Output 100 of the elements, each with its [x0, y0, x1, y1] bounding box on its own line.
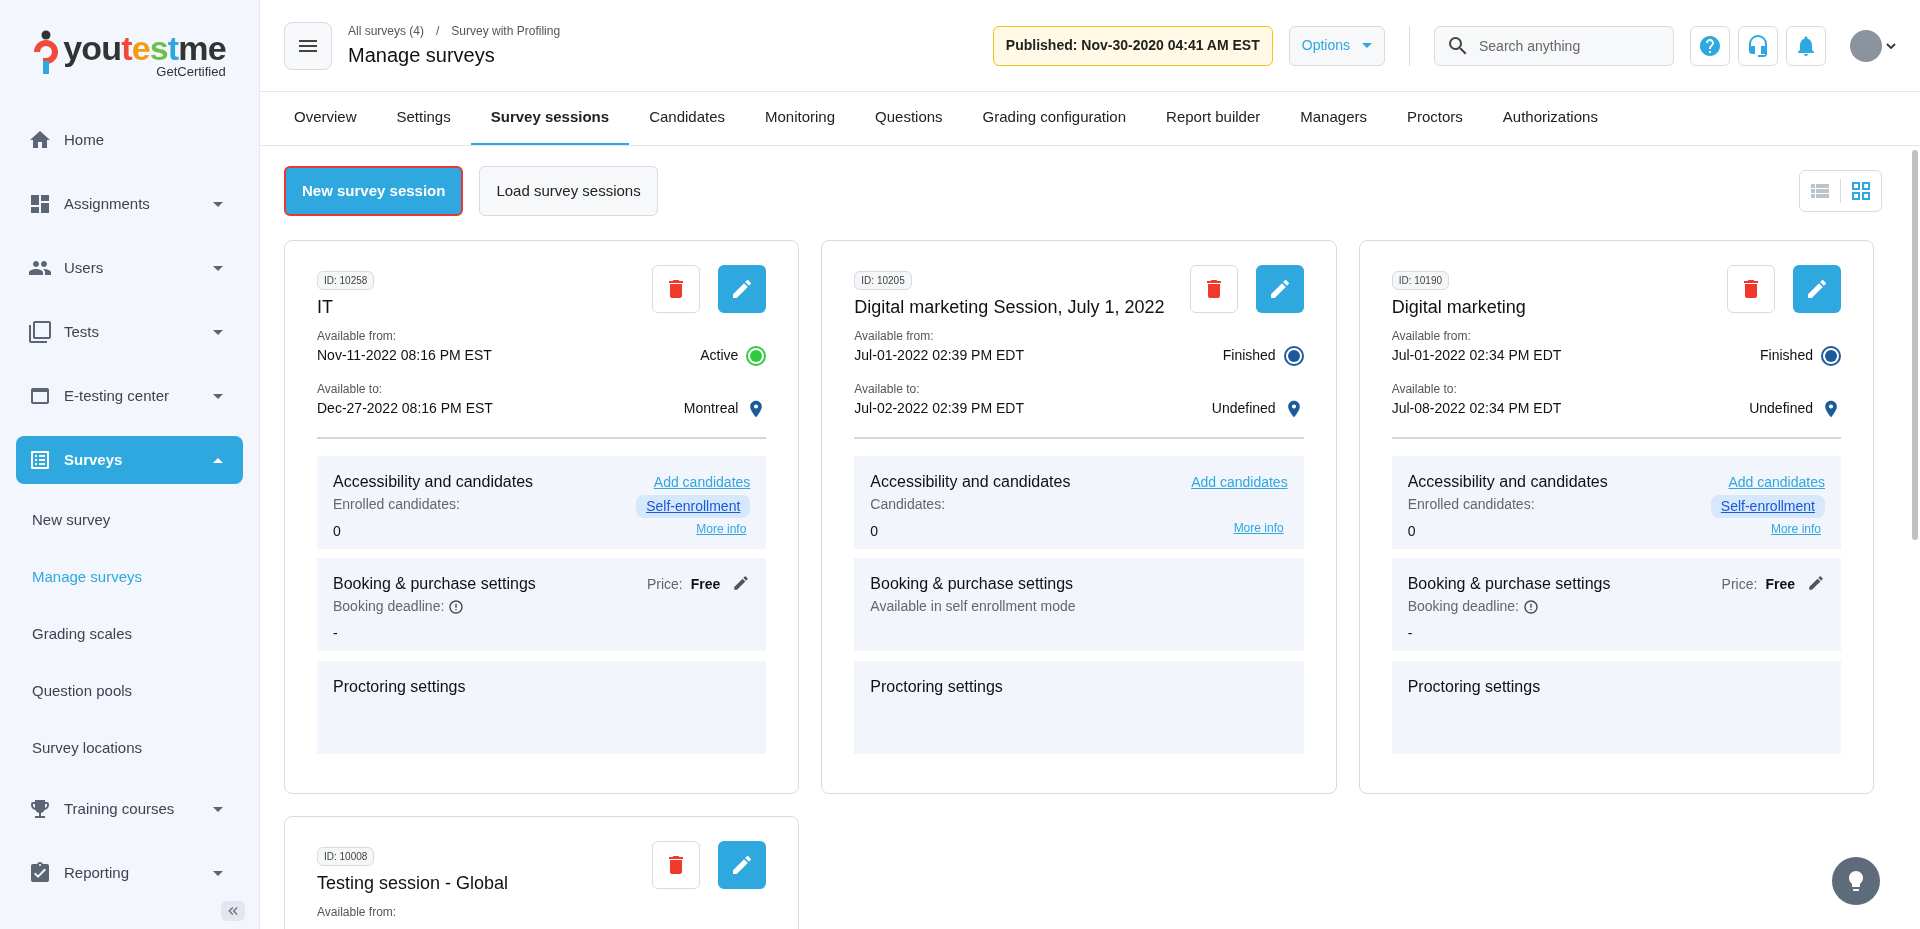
- info-icon: [1522, 598, 1539, 615]
- published-badge: Published: Nov-30-2020 04:41 AM EST: [992, 25, 1273, 66]
- info-icon: [448, 598, 465, 615]
- tab[interactable]: Managers: [1280, 92, 1387, 145]
- booking-note: Available in self enrollment mode: [870, 597, 1076, 616]
- edit-button[interactable]: [718, 841, 767, 889]
- location-label: Undefined: [1211, 399, 1276, 418]
- date-value: Nov-11-2022 08:16 PM EST: [317, 346, 492, 365]
- date-value: Jul-02-2022 02:39 PM EDT: [854, 399, 1024, 418]
- caret-icon: [213, 457, 223, 463]
- pencil-icon: [1805, 277, 1829, 301]
- nav-item[interactable]: Home: [16, 116, 243, 164]
- grid-view-icon[interactable]: [1849, 179, 1873, 203]
- menu-button[interactable]: [284, 21, 332, 70]
- candidate-count: 0: [1407, 522, 1417, 541]
- chevron-down-icon: [1886, 42, 1896, 49]
- id-badge: ID: 10205: [854, 271, 912, 290]
- status-label: Finished: [1222, 346, 1276, 365]
- load-sessions-button[interactable]: Load survey sessions: [479, 166, 658, 216]
- search-field[interactable]: Search anything: [1434, 25, 1674, 66]
- date-value: Dec-27-2022 08:16 PM EST: [317, 399, 493, 418]
- delete-button[interactable]: [1189, 265, 1238, 313]
- stacked-pages-icon: [28, 320, 52, 344]
- delete-button[interactable]: [652, 841, 701, 889]
- delete-button[interactable]: [1727, 265, 1775, 313]
- nav-item[interactable]: Reporting: [16, 849, 243, 897]
- field-label: Booking deadline:: [333, 597, 445, 616]
- section-title: Accessibility and candidates: [870, 472, 1071, 492]
- date-value: Jul-08-2022 02:34 PM EDT: [1391, 399, 1562, 418]
- tab[interactable]: Survey sessions: [470, 92, 630, 145]
- logo-tagline: GetCertified: [156, 64, 226, 78]
- dashboard-icon: [28, 192, 52, 216]
- id-badge: ID: 10258: [317, 271, 375, 290]
- nav-item[interactable]: Training courses: [16, 785, 243, 833]
- tab[interactable]: Settings: [376, 92, 471, 145]
- nav-item[interactable]: E-testing center: [16, 372, 243, 420]
- section-title: Booking & purchase settings: [333, 574, 536, 594]
- section-title: Proctoring settings: [1407, 678, 1541, 695]
- caret-icon: [213, 870, 223, 876]
- avatar[interactable]: [1850, 29, 1882, 62]
- tab[interactable]: Proctors: [1386, 92, 1483, 145]
- nav-subitem[interactable]: Grading scales: [32, 623, 133, 646]
- tab[interactable]: Monitoring: [745, 92, 856, 145]
- nav-subitem[interactable]: Survey locations: [32, 737, 143, 760]
- field-label: Available from:: [317, 904, 397, 921]
- section-title: Accessibility and candidates: [1407, 472, 1608, 492]
- help-button[interactable]: [1690, 25, 1730, 66]
- field-label: Enrolled candidates:: [333, 495, 461, 514]
- section-title: Booking & purchase settings: [870, 574, 1075, 594]
- tips-button[interactable]: [1832, 857, 1880, 905]
- field-label: Available from:: [317, 328, 398, 345]
- edit-button[interactable]: [1793, 265, 1841, 313]
- date-value: Jul-01-2022 02:39 PM EDT: [854, 346, 1024, 365]
- tab[interactable]: Questions: [855, 92, 963, 145]
- edit-button[interactable]: [718, 265, 767, 313]
- self-enrollment-link[interactable]: Self-enrollment: [636, 495, 751, 518]
- price-value: Free: [690, 575, 721, 594]
- tab[interactable]: Report builder: [1146, 92, 1281, 145]
- collapse-sidebar-button[interactable]: [221, 901, 245, 921]
- edit-button[interactable]: [1255, 265, 1304, 313]
- support-button[interactable]: [1738, 25, 1778, 66]
- location-label: Undefined: [1749, 399, 1813, 418]
- self-enrollment-link[interactable]: Self-enrollment: [1710, 495, 1825, 518]
- breadcrumb-link[interactable]: All surveys (4): [348, 21, 424, 40]
- tab[interactable]: Grading configuration: [962, 92, 1147, 145]
- tab[interactable]: Overview: [274, 92, 377, 145]
- caret-icon: [213, 806, 223, 812]
- field-label: Available to:: [1391, 381, 1458, 398]
- caret-icon: [213, 329, 223, 335]
- breadcrumb-separator: /: [436, 22, 440, 40]
- nav-item[interactable]: Assignments: [16, 180, 243, 228]
- list-icon: [28, 448, 52, 472]
- logo-wordmark: youtestme: [63, 30, 226, 65]
- nav-subitem[interactable]: Question pools: [32, 680, 133, 703]
- session-title: Testing session - Global: [317, 872, 509, 895]
- help-icon: [1698, 33, 1722, 58]
- section-title: Proctoring settings: [333, 678, 466, 695]
- field-label: Available from:: [1391, 328, 1472, 345]
- trophy-icon: [28, 797, 52, 821]
- pencil-icon[interactable]: [732, 574, 751, 592]
- tab[interactable]: Candidates: [629, 92, 745, 145]
- nav-item[interactable]: Users: [16, 244, 243, 292]
- session-title: IT: [317, 296, 333, 319]
- field-label: Booking deadline:: [1407, 597, 1519, 616]
- price-label: Price:: [1721, 575, 1758, 594]
- breadcrumb-link[interactable]: Survey with Profiling: [451, 21, 561, 40]
- pencil-icon[interactable]: [1807, 574, 1825, 592]
- nav-subitem[interactable]: New survey: [32, 509, 111, 532]
- field-label: Candidates:: [870, 495, 947, 514]
- delete-button[interactable]: [652, 265, 701, 313]
- scrollbar-thumb[interactable]: [1912, 150, 1918, 540]
- nav-item[interactable]: Tests: [16, 308, 243, 356]
- tab[interactable]: Authorizations: [1482, 92, 1618, 145]
- candidate-count: 0: [870, 522, 880, 541]
- field-label: Available from:: [854, 328, 935, 345]
- notifications-button[interactable]: [1786, 25, 1826, 66]
- deadline-value: -: [333, 624, 339, 643]
- price-label: Price:: [646, 575, 683, 594]
- deadline-value: -: [1407, 624, 1414, 643]
- section-title: Accessibility and candidates: [333, 472, 534, 492]
